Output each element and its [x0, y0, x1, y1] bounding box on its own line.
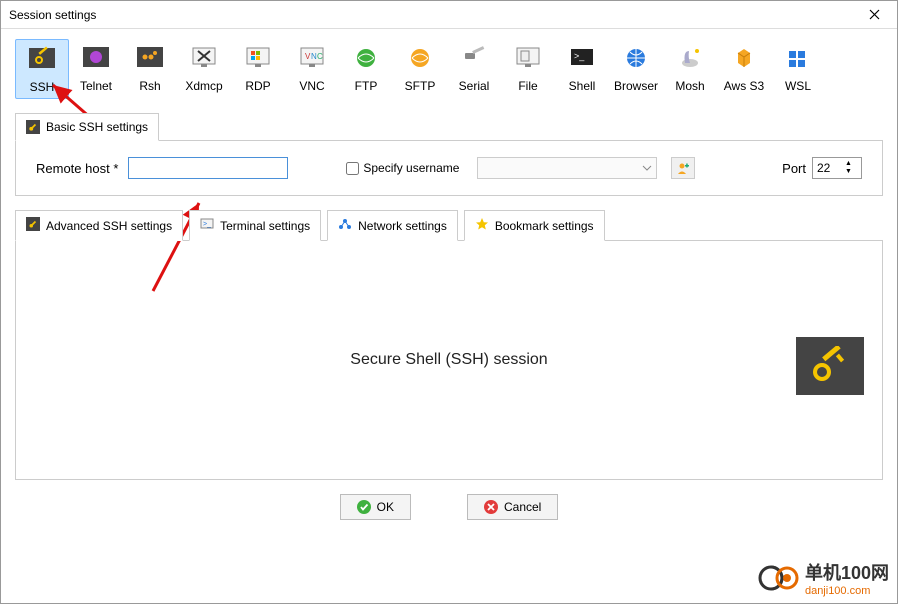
tab-basic-ssh-label: Basic SSH settings	[46, 120, 148, 134]
tab-terminal-label: Terminal settings	[220, 219, 310, 233]
protocol-ssh-label: SSH	[30, 80, 55, 94]
protocol-rdp[interactable]: RDP	[231, 39, 285, 99]
specify-username-label: Specify username	[363, 161, 459, 175]
protocol-awss3-label: Aws S3	[724, 79, 764, 93]
wsl-icon	[781, 43, 815, 73]
protocol-rsh[interactable]: Rsh	[123, 39, 177, 99]
protocol-shell-label: Shell	[569, 79, 596, 93]
ok-button-label: OK	[377, 500, 394, 514]
tab-adv-ssh[interactable]: Advanced SSH settings	[15, 210, 183, 241]
ftp-icon	[349, 43, 383, 73]
port-up-icon[interactable]: ▲	[845, 160, 852, 168]
protocol-wsl[interactable]: WSL	[771, 39, 825, 99]
ok-button[interactable]: OK	[340, 494, 411, 520]
tab-bookmark-label: Bookmark settings	[495, 219, 594, 233]
port-input[interactable]	[813, 161, 845, 175]
protocol-awss3[interactable]: Aws S3	[717, 39, 771, 99]
protocol-serial-label: Serial	[459, 79, 490, 93]
watermark-text: 单机100网	[805, 563, 889, 583]
telnet-icon	[79, 43, 113, 73]
shell-icon: >_	[565, 43, 599, 73]
tab-adv-ssh-label: Advanced SSH settings	[46, 219, 172, 233]
tab-basic-ssh[interactable]: Basic SSH settings	[15, 113, 159, 141]
svg-text:C: C	[317, 52, 323, 61]
session-type-heading: Secure Shell (SSH) session	[350, 351, 547, 369]
ssh-icon	[25, 44, 59, 74]
tab-terminal[interactable]: >_ Terminal settings	[189, 210, 321, 241]
svg-text:>_: >_	[574, 51, 585, 61]
protocol-shell[interactable]: >_ Shell	[555, 39, 609, 99]
rdp-icon	[241, 43, 275, 73]
cancel-button-label: Cancel	[504, 500, 541, 514]
protocol-vnc[interactable]: VNC VNC	[285, 39, 339, 99]
protocol-sftp-label: SFTP	[405, 79, 436, 93]
protocol-file-label: File	[518, 79, 537, 93]
person-icon	[676, 161, 690, 175]
port-down-icon[interactable]: ▼	[845, 168, 852, 176]
protocol-browser[interactable]: Browser	[609, 39, 663, 99]
manage-users-button[interactable]	[671, 157, 695, 179]
serial-icon	[457, 43, 491, 73]
titlebar: Session settings	[1, 1, 897, 29]
specify-username-checkbox[interactable]	[346, 162, 359, 175]
key-icon	[26, 217, 40, 234]
protocol-telnet-label: Telnet	[80, 79, 112, 93]
advanced-panel: Secure Shell (SSH) session	[15, 240, 883, 480]
protocol-xdmcp-label: Xdmcp	[185, 79, 222, 93]
mosh-icon	[673, 43, 707, 73]
awss3-icon	[727, 43, 761, 73]
session-type-icon-tile	[796, 337, 864, 395]
basic-ssh-panel: Remote host * Specify username Port ▲ ▼	[15, 140, 883, 196]
protocol-vnc-label: VNC	[299, 79, 324, 93]
protocol-sftp[interactable]: SFTP	[393, 39, 447, 99]
remote-host-input[interactable]	[128, 157, 288, 179]
cancel-button[interactable]: Cancel	[467, 494, 558, 520]
protocol-file[interactable]: File	[501, 39, 555, 99]
tab-bookmark[interactable]: Bookmark settings	[464, 210, 605, 241]
username-combo[interactable]	[477, 157, 657, 179]
file-icon	[511, 43, 545, 73]
protocol-ftp-label: FTP	[355, 79, 378, 93]
dialog-buttons: OK Cancel	[1, 494, 897, 520]
rsh-icon	[133, 43, 167, 73]
advanced-tabstrip: Advanced SSH settings >_ Terminal settings…	[15, 210, 883, 241]
port-spinner[interactable]: ▲ ▼	[812, 157, 862, 179]
protocol-ftp[interactable]: FTP	[339, 39, 393, 99]
ok-icon	[357, 500, 371, 514]
close-button[interactable]	[859, 1, 889, 29]
vnc-icon: VNC	[295, 43, 329, 73]
protocol-toolbar: SSH Telnet Rsh Xdmcp RDP VNC VNC FTP SFTP Serial F…	[1, 29, 897, 107]
protocol-mosh[interactable]: Mosh	[663, 39, 717, 99]
port-label: Port	[782, 161, 806, 176]
browser-icon	[619, 43, 653, 73]
protocol-browser-label: Browser	[614, 79, 658, 93]
svg-text:>_: >_	[203, 221, 211, 228]
star-icon	[475, 217, 489, 234]
protocol-rdp-label: RDP	[245, 79, 270, 93]
protocol-telnet[interactable]: Telnet	[69, 39, 123, 99]
protocol-serial[interactable]: Serial	[447, 39, 501, 99]
protocol-mosh-label: Mosh	[675, 79, 704, 93]
protocol-rsh-label: Rsh	[139, 79, 160, 93]
protocol-wsl-label: WSL	[785, 79, 811, 93]
watermark-logo-icon	[757, 561, 799, 595]
key-icon	[26, 120, 40, 134]
remote-host-label: Remote host *	[36, 161, 118, 176]
close-icon	[869, 9, 880, 20]
protocol-ssh[interactable]: SSH	[15, 39, 69, 99]
xdmcp-icon	[187, 43, 221, 73]
watermark-url: danji100.com	[805, 585, 889, 597]
chevron-down-icon	[642, 165, 652, 171]
cancel-icon	[484, 500, 498, 514]
network-icon	[338, 217, 352, 234]
key-large-icon	[808, 346, 852, 386]
watermark: 单机100网 danji100.com	[757, 559, 889, 597]
tab-network-label: Network settings	[358, 219, 447, 233]
tab-network[interactable]: Network settings	[327, 210, 458, 241]
sftp-icon	[403, 43, 437, 73]
terminal-icon: >_	[200, 217, 214, 234]
protocol-xdmcp[interactable]: Xdmcp	[177, 39, 231, 99]
window-title: Session settings	[9, 8, 859, 22]
